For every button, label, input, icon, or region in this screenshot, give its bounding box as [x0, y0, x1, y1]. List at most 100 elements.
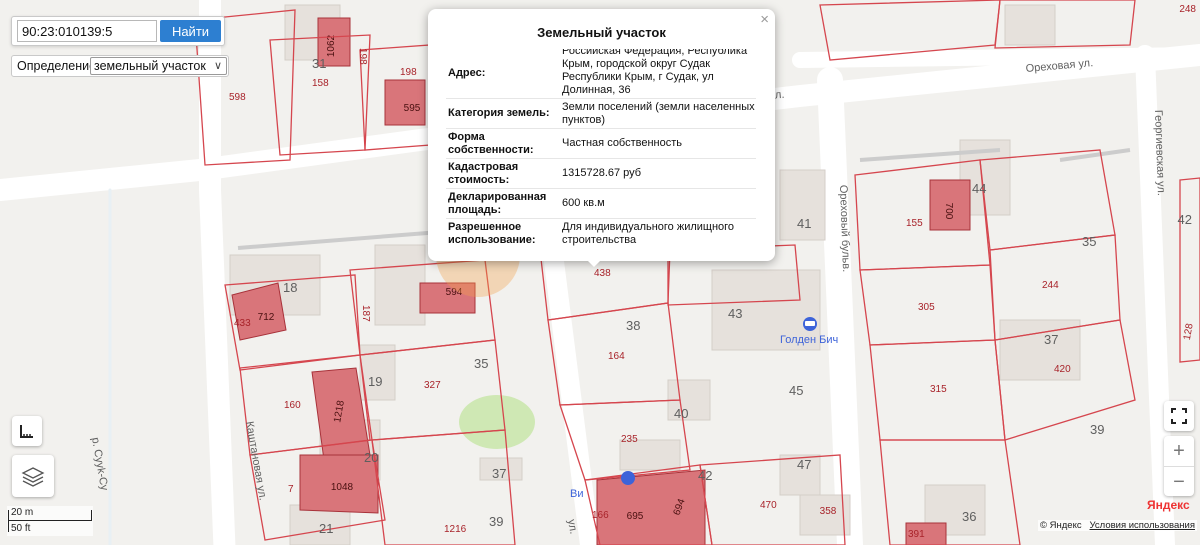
cadastral-search-input[interactable]: [17, 20, 157, 42]
scale-line: [8, 520, 92, 521]
popup-row-label: Разрешенное использование:: [448, 221, 536, 246]
ruler-icon: [20, 425, 33, 438]
svg-text:1048: 1048: [331, 482, 354, 493]
popup-row-label: Кадастровая стоимость:: [448, 160, 519, 186]
popup-row-address: Адрес: Российская Федерация, Республика …: [446, 49, 756, 99]
svg-text:198: 198: [357, 48, 368, 65]
popup-row-value: Частная собственность: [562, 137, 683, 149]
svg-text:438: 438: [594, 268, 611, 279]
fullscreen-icon: [1171, 408, 1187, 424]
svg-text:598: 598: [229, 92, 246, 103]
svg-text:19: 19: [368, 374, 382, 389]
svg-text:35: 35: [474, 356, 488, 371]
popup-row-permitted-use: Разрешенное использование: Для индивидуа…: [446, 219, 756, 249]
svg-text:433: 433: [234, 318, 251, 329]
popup-row-value: Российская Федерация, Республика Крым, г…: [562, 49, 748, 96]
layers-button[interactable]: [12, 455, 54, 497]
svg-text:39: 39: [1090, 422, 1104, 437]
svg-text:Ви: Ви: [570, 488, 583, 500]
scale-tick: [91, 510, 92, 520]
svg-text:315: 315: [930, 384, 947, 395]
svg-text:695: 695: [627, 511, 644, 522]
fullscreen-button[interactable]: [1164, 401, 1194, 431]
svg-text:244: 244: [1042, 280, 1059, 291]
popup-tail: [585, 258, 603, 267]
svg-text:ул.: ул.: [565, 518, 579, 535]
definition-label: Определение:: [17, 59, 100, 73]
svg-text:42: 42: [698, 468, 712, 483]
scale-bar: 20 m 50 ft: [7, 506, 93, 536]
svg-text:Голден Бич: Голден Бич: [780, 334, 838, 346]
popup-row-cadastral-value: Кадастровая стоимость: 1315728.67 руб: [446, 159, 756, 189]
popup-title: Земельный участок: [537, 25, 666, 40]
terms-link[interactable]: Условия использования: [1090, 520, 1195, 531]
popup-row-value: Земли поселений (земли населенных пункто…: [562, 100, 755, 126]
scale-metric: 20 m: [11, 507, 34, 518]
svg-text:21: 21: [319, 521, 333, 536]
popup-row-label: Категория земель:: [448, 107, 550, 119]
parcel-info-popup: × Земельный участок Адрес: Российская Фе…: [428, 9, 775, 261]
svg-text:248: 248: [1179, 4, 1196, 15]
svg-text:166: 166: [592, 510, 609, 521]
yandex-logo[interactable]: Яндекс: [1147, 498, 1190, 512]
svg-text:37: 37: [1044, 332, 1058, 347]
svg-text:44: 44: [972, 181, 986, 196]
svg-text:158: 158: [312, 78, 329, 89]
popup-row-value: Для индивидуального жилищного строительс…: [562, 221, 735, 246]
svg-text:327: 327: [424, 380, 441, 391]
svg-text:37: 37: [492, 466, 506, 481]
svg-text:470: 470: [760, 500, 777, 511]
layers-icon: [21, 467, 45, 487]
svg-text:45: 45: [789, 383, 803, 398]
search-panel: Найти: [11, 16, 225, 46]
popup-row-label: Декларированная площадь:: [448, 190, 547, 216]
popup-row-category: Категория земель: Земли поселений (земли…: [446, 99, 756, 129]
zoom-out-button[interactable]: −: [1164, 466, 1194, 496]
definition-panel: Определение: земельный участок ∨: [11, 55, 229, 77]
svg-text:35: 35: [1082, 234, 1096, 249]
svg-text:47: 47: [797, 457, 811, 472]
chevron-down-icon: ∨: [213, 60, 222, 72]
svg-text:187: 187: [360, 305, 371, 322]
park-area: [459, 395, 535, 449]
scale-imperial: 50 ft: [11, 523, 31, 534]
svg-text:7: 7: [288, 484, 294, 495]
svg-text:41: 41: [797, 216, 811, 231]
svg-text:198: 198: [400, 67, 417, 78]
svg-text:38: 38: [626, 318, 640, 333]
svg-text:42: 42: [1178, 212, 1192, 227]
ruler-button[interactable]: [12, 416, 42, 446]
definition-select[interactable]: земельный участок ∨: [90, 57, 227, 75]
svg-text:160: 160: [284, 400, 301, 411]
svg-text:391: 391: [908, 529, 925, 540]
svg-text:420: 420: [1054, 364, 1071, 375]
popup-row-value: 600 кв.м: [562, 197, 605, 209]
popup-row-ownership: Форма собственности: Частная собственнос…: [446, 129, 756, 159]
svg-text:18: 18: [283, 280, 297, 295]
svg-text:155: 155: [906, 218, 923, 229]
svg-text:164: 164: [608, 351, 625, 362]
svg-text:20: 20: [364, 450, 378, 465]
popup-row-label: Форма собственности:: [448, 130, 534, 156]
svg-text:305: 305: [918, 302, 935, 313]
svg-text:358: 358: [820, 506, 837, 517]
svg-text:712: 712: [258, 312, 275, 323]
scale-tick: [8, 510, 9, 532]
svg-text:1062: 1062: [326, 34, 337, 57]
svg-text:43: 43: [728, 306, 742, 321]
svg-text:31: 31: [312, 56, 326, 71]
zoom-control: + −: [1164, 436, 1194, 496]
svg-text:595: 595: [404, 103, 421, 114]
svg-text:700: 700: [943, 203, 954, 220]
svg-text:235: 235: [621, 434, 638, 445]
popup-row-label: Адрес:: [448, 67, 486, 79]
copyright-text: © Яндекс: [1040, 520, 1082, 531]
svg-text:40: 40: [674, 406, 688, 421]
svg-text:36: 36: [962, 509, 976, 524]
search-button[interactable]: Найти: [160, 20, 221, 42]
popup-row-value: 1315728.67 руб: [562, 167, 642, 179]
popup-row-area: Декларированная площадь: 600 кв.м: [446, 189, 756, 219]
svg-text:39: 39: [489, 514, 503, 529]
svg-text:1216: 1216: [444, 524, 467, 535]
zoom-in-button[interactable]: +: [1164, 436, 1194, 466]
